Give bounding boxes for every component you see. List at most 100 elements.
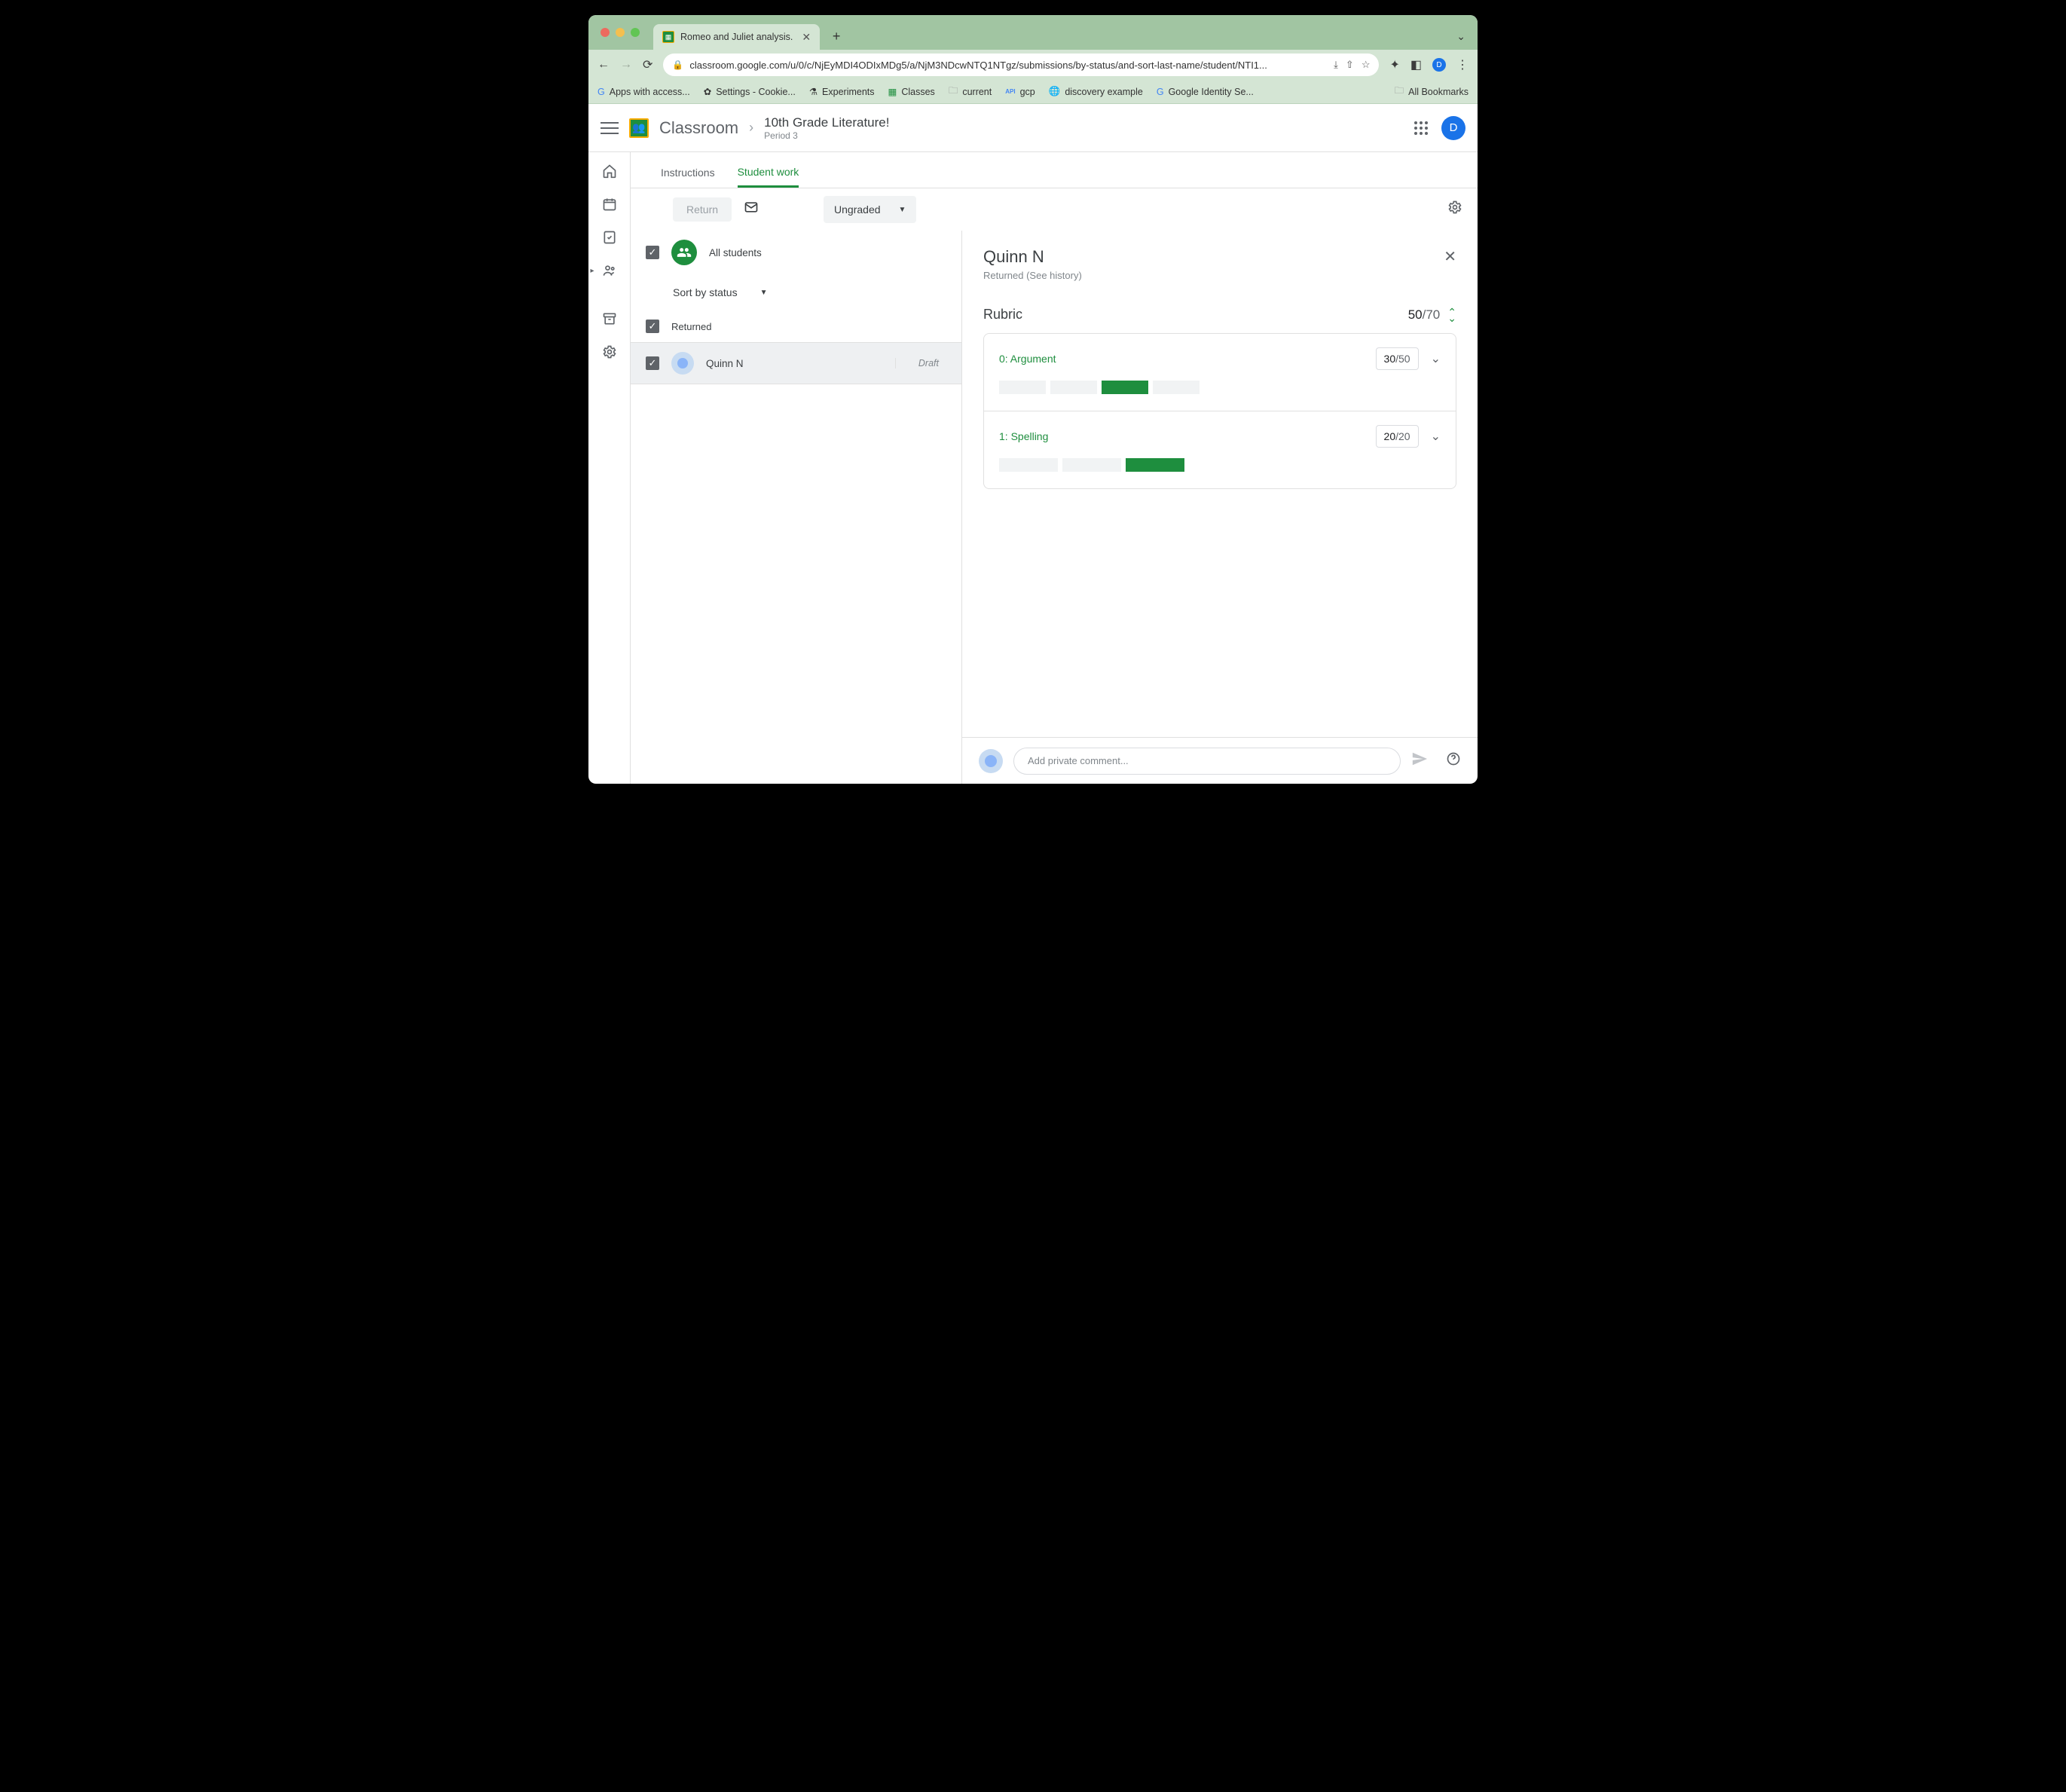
- level-cell[interactable]: [1153, 381, 1200, 394]
- home-icon[interactable]: [601, 163, 618, 179]
- bookmark-star-icon[interactable]: ☆: [1362, 59, 1371, 71]
- course-title: 10th Grade Literature!: [764, 115, 889, 130]
- submission-status: Draft: [895, 358, 946, 368]
- chevron-down-icon[interactable]: ⌄: [1431, 429, 1441, 444]
- share-icon[interactable]: ⇧: [1346, 59, 1354, 71]
- browser-profile-avatar[interactable]: D: [1432, 58, 1446, 72]
- tab-instructions[interactable]: Instructions: [661, 167, 715, 188]
- all-students-row[interactable]: ✓ All students: [631, 231, 961, 274]
- criterion-top[interactable]: 0: Argument 30/50 ⌄: [999, 347, 1441, 370]
- settings-icon[interactable]: [601, 344, 618, 360]
- calendar-icon[interactable]: [601, 196, 618, 213]
- sort-dropdown[interactable]: Sort by status ▼: [631, 274, 961, 310]
- chevron-right-icon: ›: [749, 120, 753, 136]
- install-app-icon[interactable]: ⤓: [1334, 59, 1338, 71]
- lock-icon: 🔒: [672, 60, 683, 70]
- help-icon[interactable]: [1446, 751, 1461, 770]
- gear-icon[interactable]: [1447, 200, 1462, 219]
- tab-close-icon[interactable]: ✕: [802, 31, 811, 44]
- comment-bar: Add private comment...: [962, 737, 1478, 784]
- browser-titlebar: ▦ Romeo and Juliet analysis. ✕ + ⌄: [588, 15, 1478, 50]
- caret-right-icon: ▸: [591, 267, 594, 275]
- tab-student-work[interactable]: Student work: [738, 166, 799, 188]
- new-tab-button[interactable]: +: [826, 29, 847, 44]
- detail-student-name: Quinn N: [983, 247, 1456, 267]
- close-icon[interactable]: ✕: [1444, 247, 1456, 266]
- level-cell[interactable]: [999, 381, 1046, 394]
- window-zoom-icon[interactable]: [631, 28, 640, 37]
- criterion-score-input[interactable]: 20/20: [1376, 425, 1419, 448]
- classroom-logo-icon[interactable]: 👥: [629, 118, 649, 138]
- todo-icon[interactable]: [601, 229, 618, 246]
- group-icon: [671, 240, 697, 265]
- google-apps-icon[interactable]: [1414, 121, 1428, 135]
- student-row[interactable]: ✓ Quinn N Draft: [631, 342, 961, 384]
- level-cell[interactable]: [1050, 381, 1097, 394]
- level-cell[interactable]: [1126, 458, 1184, 472]
- criterion-name: 0: Argument: [999, 353, 1056, 365]
- private-comment-input[interactable]: Add private comment...: [1013, 748, 1401, 775]
- menu-icon[interactable]: [601, 119, 619, 137]
- url-text: classroom.google.com/u/0/c/NjEyMDI4ODIxM…: [689, 60, 1267, 71]
- rubric-header: Rubric 50/70 ⌃⌄: [983, 307, 1456, 323]
- window-minimize-icon[interactable]: [616, 28, 625, 37]
- bookmark-item[interactable]: 🗀current: [949, 84, 992, 99]
- criterion-top[interactable]: 1: Spelling 20/20 ⌄: [999, 425, 1441, 448]
- app-header: 👥 Classroom › 10th Grade Literature! Per…: [588, 104, 1478, 152]
- sidepanel-icon[interactable]: ◧: [1410, 57, 1422, 72]
- send-icon[interactable]: [1411, 751, 1428, 772]
- people-icon[interactable]: ▸: [601, 262, 618, 279]
- bookmark-item[interactable]: ▦Classes: [888, 86, 935, 97]
- detail-status[interactable]: Returned (See history): [983, 270, 1456, 281]
- bookmark-item[interactable]: 🌐discovery example: [1049, 86, 1143, 97]
- checkbox-student[interactable]: ✓: [646, 356, 659, 370]
- action-bar: Return Ungraded ▼: [631, 188, 1478, 231]
- browser-menu-icon[interactable]: ⋮: [1456, 57, 1469, 72]
- bookmarks-bar: GApps with access... ✿Settings - Cookie.…: [588, 80, 1478, 104]
- chevron-down-icon[interactable]: ⌄: [1431, 351, 1441, 366]
- course-subtitle: Period 3: [764, 130, 889, 141]
- student-name: Quinn N: [706, 358, 883, 369]
- rubric-criteria: 0: Argument 30/50 ⌄: [983, 333, 1456, 489]
- caret-down-icon: ▼: [760, 289, 768, 297]
- extensions-icon[interactable]: ✦: [1389, 57, 1399, 72]
- rubric-total: 50/70: [1408, 307, 1441, 323]
- course-breadcrumb[interactable]: 10th Grade Literature! Period 3: [764, 115, 889, 141]
- level-cell[interactable]: [999, 458, 1058, 472]
- criterion-levels: [999, 381, 1441, 394]
- nav-reload-icon[interactable]: ⟳: [643, 57, 653, 72]
- bookmark-item[interactable]: GGoogle Identity Se...: [1157, 87, 1254, 97]
- browser-tab[interactable]: ▦ Romeo and Juliet analysis. ✕: [653, 24, 820, 50]
- rubric-criterion: 1: Spelling 20/20 ⌄: [984, 411, 1456, 488]
- bookmark-item[interactable]: ✿Settings - Cookie...: [704, 86, 796, 97]
- checkbox-group[interactable]: ✓: [646, 320, 659, 333]
- nav-rail: ▸: [588, 152, 631, 784]
- level-cell[interactable]: [1062, 458, 1121, 472]
- window-close-icon[interactable]: [601, 28, 610, 37]
- app-name[interactable]: Classroom: [659, 118, 738, 138]
- status-group-header: ✓ Returned: [631, 310, 961, 342]
- checkbox-all[interactable]: ✓: [646, 246, 659, 259]
- bookmark-item[interactable]: GApps with access...: [597, 87, 690, 97]
- expand-collapse-icon[interactable]: ⌃⌄: [1447, 309, 1456, 321]
- all-bookmarks[interactable]: 🗀All Bookmarks: [1395, 84, 1469, 99]
- nav-back-icon[interactable]: ←: [597, 58, 610, 72]
- student-avatar-icon: [671, 352, 694, 375]
- level-cell[interactable]: [1102, 381, 1148, 394]
- return-button[interactable]: Return: [673, 197, 732, 222]
- bookmark-item[interactable]: ⚗Experiments: [809, 86, 875, 97]
- tab-title: Romeo and Juliet analysis.: [680, 32, 793, 42]
- browser-toolbar: ← → ⟳ 🔒 classroom.google.com/u/0/c/NjEyM…: [588, 50, 1478, 80]
- account-avatar[interactable]: D: [1441, 116, 1465, 140]
- nav-forward-icon[interactable]: →: [620, 58, 632, 72]
- address-bar[interactable]: 🔒 classroom.google.com/u/0/c/NjEyMDI4ODI…: [663, 54, 1379, 76]
- criterion-score-input[interactable]: 30/50: [1376, 347, 1419, 370]
- bookmark-item[interactable]: APIgcp: [1005, 87, 1035, 97]
- archive-icon[interactable]: [601, 310, 618, 327]
- email-icon[interactable]: [744, 200, 759, 219]
- tabs-overflow-icon[interactable]: ⌄: [1456, 30, 1465, 43]
- all-students-label: All students: [709, 247, 762, 258]
- rubric-criterion: 0: Argument 30/50 ⌄: [984, 334, 1456, 411]
- filter-dropdown[interactable]: Ungraded ▼: [824, 196, 916, 223]
- assignment-tabs: Instructions Student work: [631, 152, 1478, 188]
